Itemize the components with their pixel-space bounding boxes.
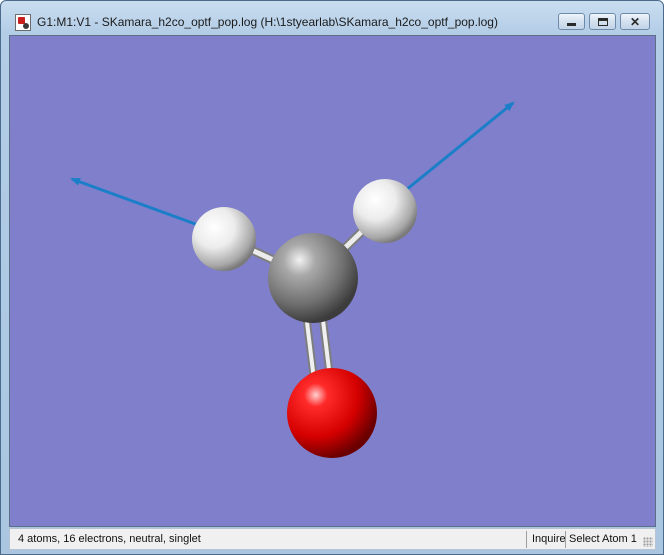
maximize-button[interactable] xyxy=(589,13,616,30)
minimize-button[interactable] xyxy=(558,13,585,30)
title-bar[interactable]: G1:M1:V1 - SKamara_h2co_optf_pop.log (H:… xyxy=(1,1,663,35)
status-action: Select Atom 1 xyxy=(569,533,637,545)
molecule-viewport[interactable] xyxy=(9,35,656,527)
window-title: G1:M1:V1 - SKamara_h2co_optf_pop.log (H:… xyxy=(37,15,498,29)
minimize-icon xyxy=(567,23,576,26)
maximize-icon xyxy=(597,17,608,26)
vibration-vector-h1 xyxy=(70,177,199,227)
molecule-scene[interactable] xyxy=(10,36,656,527)
atom-hydrogen-1[interactable] xyxy=(192,207,256,271)
atom-oxygen[interactable] xyxy=(287,368,377,458)
status-molecule-info: 4 atoms, 16 electrons, neutral, singlet xyxy=(18,533,201,545)
status-bar: 4 atoms, 16 electrons, neutral, singlet … xyxy=(9,528,656,550)
atom-carbon[interactable] xyxy=(268,233,358,323)
vibration-vector-h2 xyxy=(405,101,515,192)
app-icon-dot xyxy=(23,23,29,29)
gaussview-document-icon[interactable] xyxy=(15,14,31,31)
status-divider xyxy=(526,531,527,548)
gaussview-window: G1:M1:V1 - SKamara_h2co_optf_pop.log (H:… xyxy=(0,0,664,555)
resize-grip[interactable] xyxy=(643,537,653,547)
status-mode: Inquire xyxy=(532,533,566,545)
atom-hydrogen-2[interactable] xyxy=(353,179,417,243)
close-button[interactable]: ✕ xyxy=(620,13,650,30)
status-divider xyxy=(565,531,566,548)
close-icon: ✕ xyxy=(629,14,641,29)
